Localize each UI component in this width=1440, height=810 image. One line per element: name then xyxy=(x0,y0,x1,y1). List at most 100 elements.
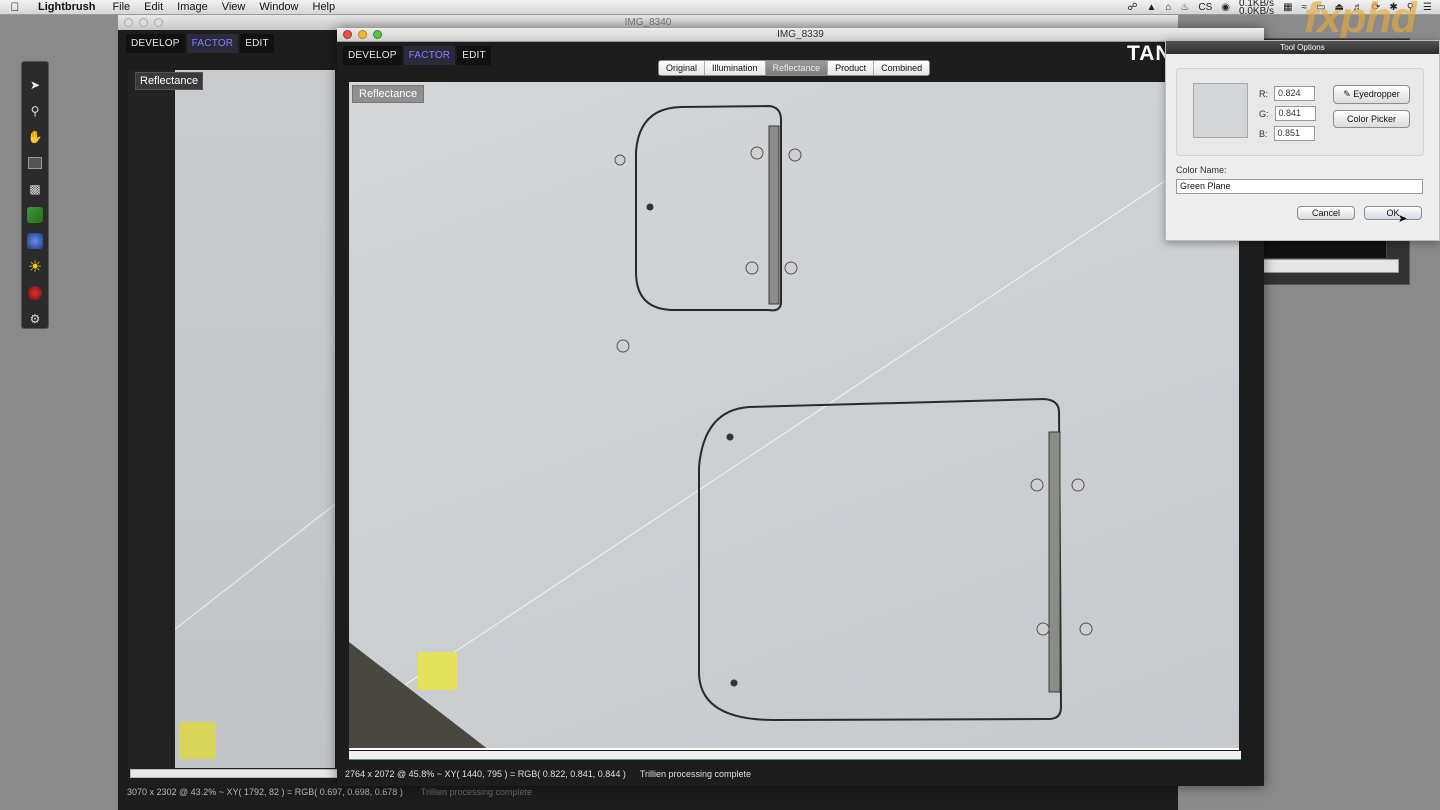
zoom-icon[interactable]: ⚲ xyxy=(25,101,45,121)
green-plane-icon[interactable] xyxy=(25,205,45,225)
mode-tabs: DEVELOP FACTOR EDIT xyxy=(343,46,491,65)
red-ball-icon[interactable] xyxy=(25,283,45,303)
creative-cloud-icon[interactable]: ☍ xyxy=(1127,2,1137,13)
zoom-window-button[interactable] xyxy=(373,30,382,39)
green-label: G: xyxy=(1259,108,1269,119)
color-picker-button[interactable]: Color Picker xyxy=(1333,110,1410,128)
menu-edit[interactable]: Edit xyxy=(137,1,170,13)
window-controls xyxy=(118,18,163,27)
network-speed: 0.1KB/s 0.0KB/s xyxy=(1239,0,1274,16)
window-titlebar[interactable]: IMG_8339 xyxy=(337,28,1264,42)
canvas-edge xyxy=(349,748,1239,750)
image-canvas[interactable]: Reflectance xyxy=(349,82,1239,750)
dropbox-icon[interactable]: ▲ xyxy=(1146,2,1156,13)
lower-panel-outline xyxy=(698,397,1063,722)
minimize-window-button[interactable] xyxy=(358,30,367,39)
rectangle-select-icon[interactable] xyxy=(25,153,45,173)
close-window-button[interactable] xyxy=(343,30,352,39)
illumination-sun-icon[interactable]: ☀ xyxy=(25,257,45,277)
tab-edit[interactable]: EDIT xyxy=(240,34,274,53)
menu-bar:  Lightbrush File Edit Image View Window… xyxy=(0,0,1440,16)
eyedropper-button[interactable]: ✎ Eyedropper xyxy=(1333,85,1410,104)
red-label: R: xyxy=(1259,88,1268,99)
eyedropper-icon: ✎ xyxy=(1343,89,1351,99)
screws xyxy=(614,146,1093,636)
cancel-button[interactable]: Cancel xyxy=(1297,206,1355,220)
menu-image[interactable]: Image xyxy=(170,1,215,13)
tab-original[interactable]: Original xyxy=(659,61,706,75)
arrow-select-icon[interactable]: ➤ xyxy=(25,75,45,95)
tab-illumination[interactable]: Illumination xyxy=(705,61,766,75)
window-title: IMG_8340 xyxy=(624,17,672,28)
layer-label: Reflectance xyxy=(352,85,425,103)
status-message: Trillien processing complete xyxy=(420,787,533,797)
tab-factor[interactable]: FACTOR xyxy=(186,34,239,53)
color-name-field[interactable]: Green Plane xyxy=(1176,179,1423,194)
ok-button[interactable]: OK xyxy=(1364,206,1422,220)
minimize-window-button[interactable] xyxy=(139,18,148,27)
home-icon[interactable]: ⌂ xyxy=(1165,2,1171,13)
close-window-button[interactable] xyxy=(124,18,133,27)
green-value-field[interactable]: 0.841 xyxy=(1274,106,1316,121)
blue-row: B: 0.851 xyxy=(1259,126,1315,141)
app-menu-lightbrush[interactable]: Lightbrush xyxy=(30,1,105,13)
tab-develop[interactable]: DEVELOP xyxy=(343,46,402,65)
tab-combined[interactable]: Combined xyxy=(874,61,930,75)
window-title: IMG_8339 xyxy=(777,29,824,40)
grid-icon[interactable]: ▦ xyxy=(1283,2,1292,13)
image-window-front: IMG_8339 DEVELOP FACTOR EDIT TANDENT Ori… xyxy=(337,28,1264,786)
sample-swatch-marker[interactable] xyxy=(418,652,457,690)
eye-icon[interactable]: ◉ xyxy=(1221,2,1230,13)
gears-icon[interactable]: ⚙ xyxy=(25,309,45,329)
status-bar: 3070 x 2302 @ 43.2% ~ XY( 1792, 82 ) = R… xyxy=(127,787,532,797)
status-info: 2764 x 2072 @ 45.8% ~ XY( 1440, 795 ) = … xyxy=(345,769,626,779)
color-group: R: 0.824 G: 0.841 B: 0.851 ✎ Eyedropper … xyxy=(1176,68,1424,156)
red-row: R: 0.824 xyxy=(1259,86,1315,101)
guide-line xyxy=(349,131,1239,723)
progress-bar xyxy=(130,769,340,778)
image-content xyxy=(349,104,1239,750)
mouse-cursor-icon: ➤ xyxy=(1398,213,1408,225)
netspeed-down: 0.0KB/s xyxy=(1239,5,1275,17)
color-name-label: Color Name: xyxy=(1176,165,1227,175)
notification-list-icon[interactable]: ☰ xyxy=(1423,2,1432,13)
sample-swatch-marker[interactable] xyxy=(179,722,216,759)
upper-hinge xyxy=(768,125,780,305)
guide-line xyxy=(175,500,335,661)
tab-reflectance[interactable]: Reflectance xyxy=(765,61,829,75)
tool-options-panel: Tool Options R: 0.824 G: 0.841 B: 0.851 … xyxy=(1165,40,1440,241)
status-info: 3070 x 2302 @ 43.2% ~ XY( 1792, 82 ) = R… xyxy=(127,787,403,797)
upper-panel-outline xyxy=(635,104,782,312)
image-canvas[interactable] xyxy=(175,70,335,768)
panel-title[interactable]: Tool Options xyxy=(1166,41,1439,54)
status-bar: 2764 x 2072 @ 45.8% ~ XY( 1440, 795 ) = … xyxy=(345,769,751,779)
window-controls xyxy=(337,30,382,39)
tab-factor[interactable]: FACTOR xyxy=(403,46,456,65)
tab-develop[interactable]: DEVELOP xyxy=(126,34,185,53)
tab-edit[interactable]: EDIT xyxy=(457,46,491,65)
lower-hinge xyxy=(1048,431,1061,693)
layer-view-tabs: Original Illumination Reflectance Produc… xyxy=(658,60,931,76)
tool-palette: ➤ ⚲ ✋ ▩ ☀ ⚙ xyxy=(21,61,49,329)
cs-status[interactable]: CS xyxy=(1198,2,1212,13)
flame-icon[interactable]: ♨ xyxy=(1180,2,1189,13)
blue-label: B: xyxy=(1259,128,1268,139)
tab-product[interactable]: Product xyxy=(828,61,875,75)
layer-label: Reflectance xyxy=(135,72,204,90)
zoom-window-button[interactable] xyxy=(154,18,163,27)
status-message: Trillien processing complete xyxy=(639,769,752,779)
color-preview-swatch[interactable] xyxy=(1193,83,1248,138)
apple-icon[interactable]:  xyxy=(0,0,30,14)
hand-pan-icon[interactable]: ✋ xyxy=(25,127,45,147)
eyedropper-label: Eyedropper xyxy=(1353,89,1400,99)
menu-window[interactable]: Window xyxy=(252,1,305,13)
blue-value-field[interactable]: 0.851 xyxy=(1273,126,1315,141)
color-swatch-icon[interactable]: ▩ xyxy=(25,179,45,199)
red-value-field[interactable]: 0.824 xyxy=(1274,86,1315,101)
menu-view[interactable]: View xyxy=(215,1,253,13)
blue-texture-icon[interactable] xyxy=(25,231,45,251)
menu-file[interactable]: File xyxy=(105,1,137,13)
watermark: fxphd xyxy=(1304,0,1417,42)
progress-bar xyxy=(349,751,1241,760)
menu-help[interactable]: Help xyxy=(306,1,343,13)
